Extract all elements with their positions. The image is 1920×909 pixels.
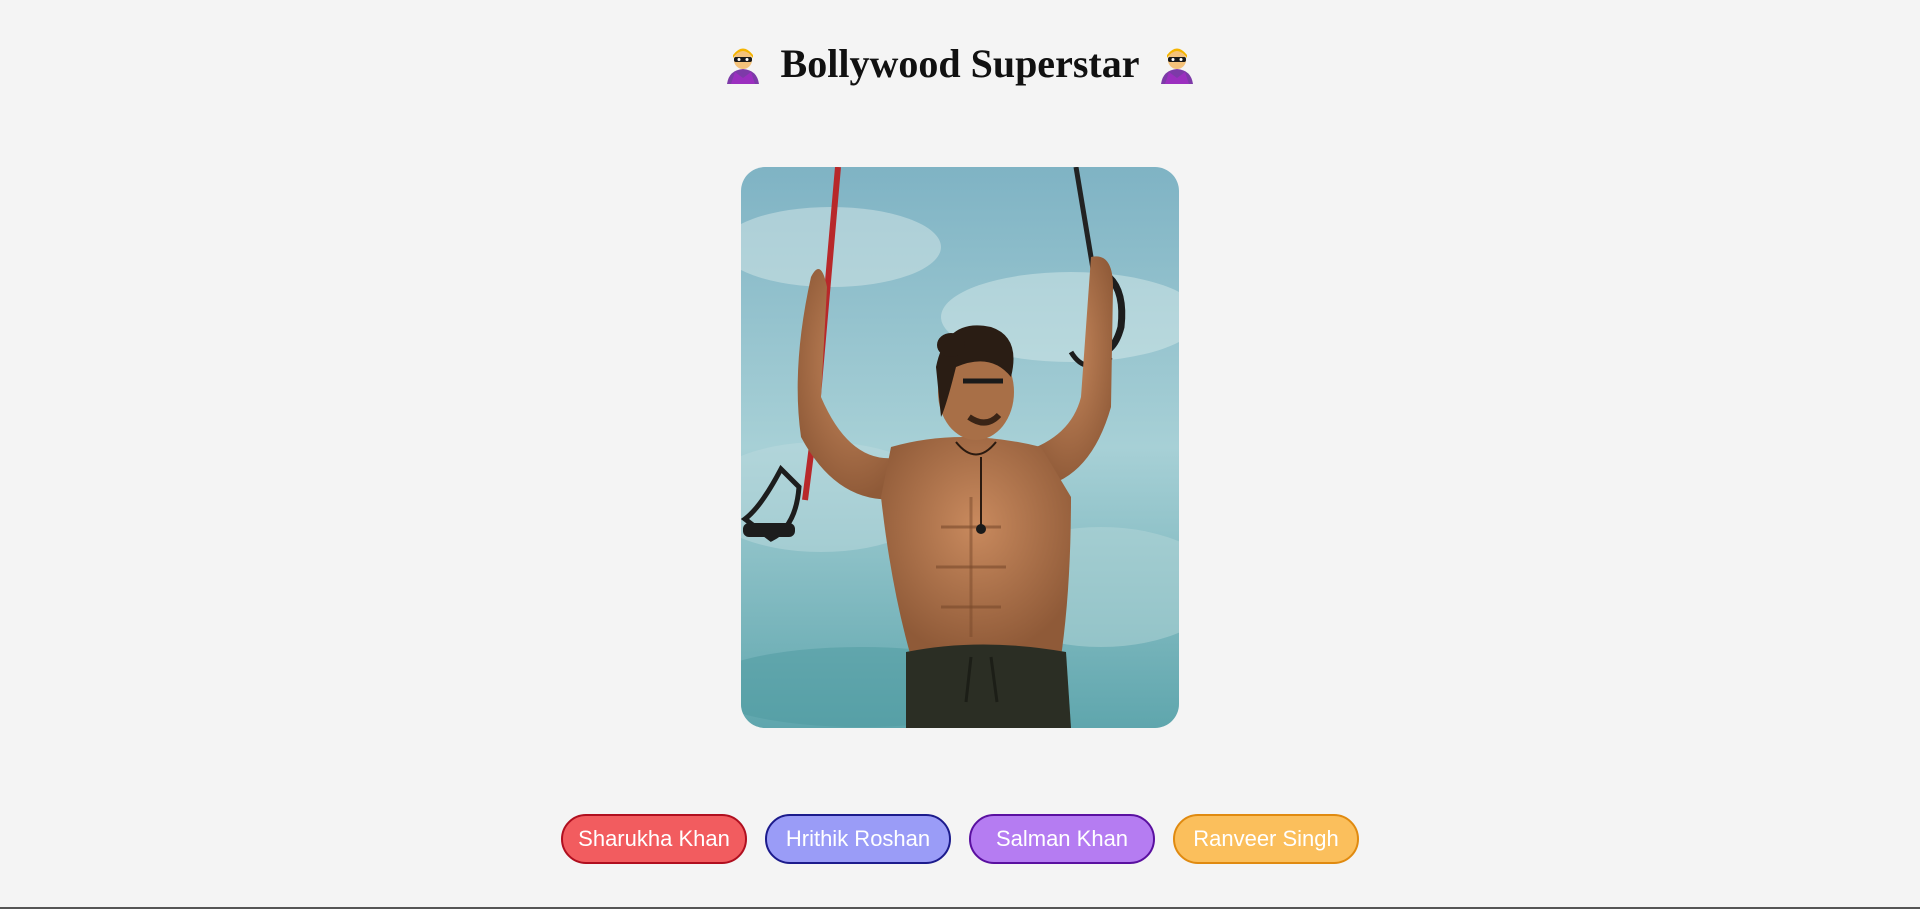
ranveer-singh-button[interactable]: Ranveer Singh	[1173, 814, 1359, 864]
page-title-row: Bollywood Superstar	[0, 36, 1920, 92]
hrithik-roshan-button[interactable]: Hrithik Roshan	[765, 814, 951, 864]
superhero-icon	[1161, 48, 1194, 84]
star-button-group: Sharukha Khan Hrithik Roshan Salman Khan…	[0, 814, 1920, 864]
superhero-icon	[726, 48, 759, 84]
sharukha-khan-button[interactable]: Sharukha Khan	[561, 814, 747, 864]
superstar-photo	[741, 167, 1179, 728]
page-title: Bollywood Superstar	[780, 41, 1140, 86]
salman-khan-button[interactable]: Salman Khan	[969, 814, 1155, 864]
